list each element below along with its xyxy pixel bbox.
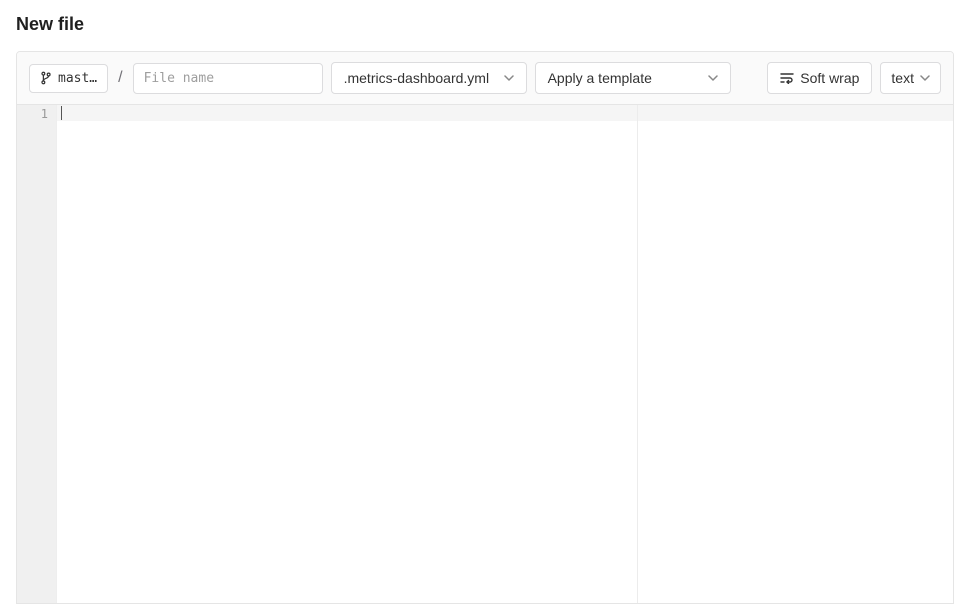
code-area[interactable]	[57, 105, 953, 603]
soft-wrap-label: Soft wrap	[800, 70, 859, 86]
template-placeholder-label: Apply a template	[548, 70, 652, 86]
soft-wrap-button[interactable]: Soft wrap	[767, 62, 872, 94]
line-number-gutter: 1	[17, 105, 57, 603]
extension-selected-label: .metrics-dashboard.yml	[344, 70, 490, 86]
path-separator: /	[116, 69, 124, 87]
mode-label: text	[891, 70, 914, 86]
page-title: New file	[0, 0, 970, 51]
file-extension-dropdown[interactable]: .metrics-dashboard.yml	[331, 62, 527, 94]
branch-icon	[40, 71, 52, 85]
file-toolbar: mast… / .metrics-dashboard.yml Apply a t…	[17, 52, 953, 105]
print-margin	[637, 105, 638, 603]
wrap-icon	[780, 72, 794, 84]
file-name-input[interactable]	[133, 63, 323, 94]
branch-label: mast…	[58, 71, 97, 86]
syntax-mode-dropdown[interactable]: text	[880, 62, 941, 94]
active-line-highlight	[57, 105, 953, 121]
line-number: 1	[17, 106, 48, 122]
editor-container: mast… / .metrics-dashboard.yml Apply a t…	[16, 51, 954, 604]
branch-selector[interactable]: mast…	[29, 64, 108, 93]
chevron-down-icon	[504, 75, 514, 81]
editor-cursor	[61, 106, 62, 120]
template-dropdown[interactable]: Apply a template	[535, 62, 731, 94]
chevron-down-icon	[920, 75, 930, 81]
code-editor[interactable]: 1	[17, 105, 953, 603]
chevron-down-icon	[708, 75, 718, 81]
